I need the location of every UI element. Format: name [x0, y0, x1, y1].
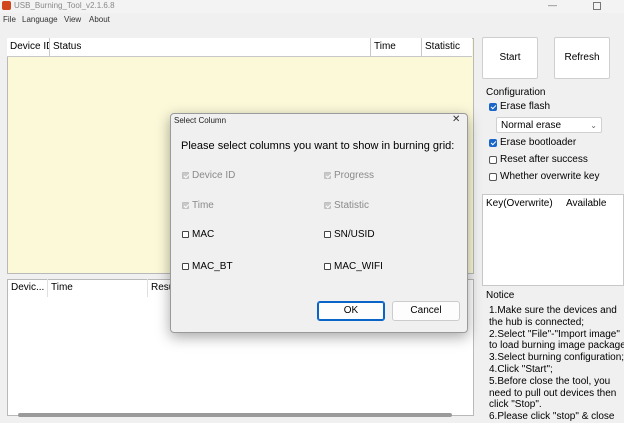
notice-text: 1.Make sure the devices and the hub is c… [489, 305, 624, 423]
device-id-option-label: Device ID [192, 170, 236, 181]
erase-flash-label[interactable]: Erase flash [500, 101, 550, 113]
start-button[interactable]: Start [482, 37, 538, 79]
chevron-down-icon: ⌄ [590, 121, 597, 130]
refresh-button[interactable]: Refresh [554, 37, 610, 79]
minimize-icon[interactable]: — [548, 0, 557, 11]
mac-bt-option-label[interactable]: MAC_BT [192, 261, 233, 273]
mac-checkbox[interactable] [182, 231, 189, 238]
column-device-id[interactable]: Device ID [7, 38, 50, 56]
overwrite-key-checkbox[interactable] [489, 173, 497, 181]
erase-bootloader-checkbox[interactable] [489, 139, 497, 147]
configuration-label: Configuration [486, 87, 546, 98]
statistic-checkbox [324, 202, 331, 209]
sn-usid-checkbox[interactable] [324, 231, 331, 238]
time-option-label: Time [192, 200, 214, 211]
column-statistic[interactable]: Statistic [422, 38, 472, 56]
menu-language[interactable]: Language [22, 14, 58, 25]
notice-label: Notice [486, 290, 515, 301]
reset-after-success-checkbox[interactable] [489, 156, 497, 164]
statistic-option-label: Statistic [334, 200, 370, 211]
mac-bt-checkbox[interactable] [182, 263, 189, 270]
erase-bootloader-label[interactable]: Erase bootloader [500, 137, 576, 149]
log-column-time[interactable]: Time [48, 279, 148, 297]
column-status[interactable]: Status [50, 38, 371, 56]
window-title: USB_Burning_Tool_v2.1.6.8 [14, 1, 115, 10]
progress-option-label: Progress [334, 170, 375, 181]
menu-view[interactable]: View [64, 14, 81, 25]
erase-mode-select[interactable]: Normal erase ⌄ [496, 117, 602, 133]
overwrite-key-label[interactable]: Whether overwrite key [500, 171, 599, 183]
log-column-device[interactable]: Devic... [8, 279, 48, 297]
reset-after-success-label[interactable]: Reset after success [500, 154, 588, 166]
erase-flash-checkbox[interactable] [489, 103, 497, 111]
menu-file[interactable]: File [3, 14, 16, 25]
key-column-key[interactable]: Key(Overwrite) [486, 198, 553, 209]
mac-wifi-checkbox[interactable] [324, 263, 331, 270]
sn-usid-option-label[interactable]: SN/USID [334, 229, 375, 241]
close-icon[interactable]: ✕ [452, 114, 460, 126]
menu-about[interactable]: About [89, 14, 110, 25]
mac-wifi-option-label[interactable]: MAC_WIFI [334, 261, 383, 273]
dialog-title: Select Column [174, 116, 227, 125]
horizontal-scrollbar[interactable] [18, 413, 452, 417]
cancel-button[interactable]: Cancel [392, 301, 460, 321]
progress-checkbox [324, 172, 331, 179]
ok-button[interactable]: OK [317, 301, 385, 321]
erase-mode-value: Normal erase [501, 120, 562, 131]
time-checkbox [182, 202, 189, 209]
device-id-checkbox [182, 172, 189, 179]
dialog-prompt: Please select columns you want to show i… [181, 140, 455, 152]
mac-option-label[interactable]: MAC [192, 229, 214, 241]
maximize-icon[interactable] [593, 2, 601, 10]
key-column-available[interactable]: Available [566, 198, 606, 209]
column-time[interactable]: Time [371, 38, 422, 56]
app-icon [2, 1, 11, 10]
